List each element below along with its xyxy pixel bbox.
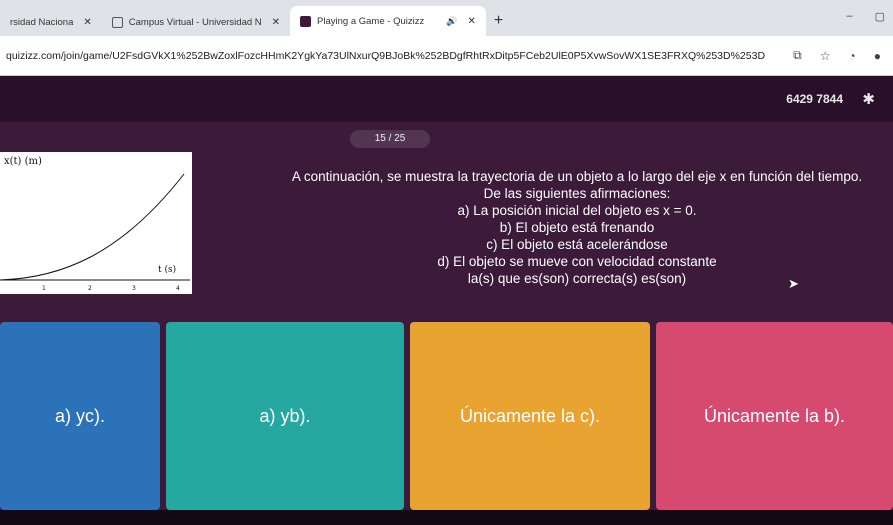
address-bar: quizizz.com/join/game/U2FsdGVkX1%252BwZo… [0, 36, 893, 76]
game-header [0, 76, 893, 122]
browser-tab-2-title: Campus Virtual - Universidad N [128, 16, 262, 28]
extension-icon[interactable]: ◔ [849, 49, 856, 63]
question-line-6: d) El objeto se mueve con velocidad cons… [437, 254, 717, 269]
speaker-icon[interactable]: 🔊 [446, 16, 457, 27]
graph-tick-1: 1 [42, 285, 46, 292]
quiz-page: 6429 7844 ✱ 15 / 25 x(t) (m) t (s) 1 2 3… [0, 76, 893, 525]
tab-2-favicon-icon [111, 16, 123, 28]
new-tab-button[interactable]: + [486, 12, 513, 36]
question-figure: x(t) (m) t (s) 1 2 3 4 [0, 152, 192, 294]
answer-option-2-label: a) yb). [259, 405, 311, 426]
close-icon[interactable]: ✕ [467, 16, 475, 27]
window-controls: – ▢ [846, 10, 885, 23]
minimize-icon[interactable]: – [846, 10, 852, 23]
profile-icon[interactable]: ● [874, 49, 881, 63]
browser-tab-bar: rsidad Naciona ✕ Campus Virtual - Univer… [0, 0, 893, 36]
answer-option-1[interactable]: a) yc). [0, 322, 160, 510]
graph-tick-2: 2 [88, 285, 92, 292]
question-line-5: c) El objeto está acelerándose [486, 237, 668, 252]
answer-option-3-label: Únicamente la c). [459, 405, 601, 426]
score-display: 6429 7844 [786, 92, 843, 106]
url-field[interactable]: quizizz.com/join/game/U2FsdGVkX1%252BwZo… [6, 50, 793, 62]
page-bottom-strip [0, 510, 893, 525]
graph-tick-4: 4 [176, 285, 180, 292]
mouse-cursor-icon: ➤ [788, 276, 799, 291]
bookmark-star-icon[interactable]: ☆ [820, 49, 831, 63]
browser-tab-2[interactable]: Campus Virtual - Universidad N ✕ [102, 8, 290, 36]
browser-tab-3-title: Playing a Game - Quizizz [317, 15, 425, 27]
question-text: A continuación, se muestra la trayectori… [262, 168, 892, 287]
answer-options: a) yc). a) yb). Únicamente la c). Únicam… [0, 322, 893, 510]
translate-icon[interactable]: ⧉ [793, 48, 802, 63]
close-icon[interactable]: ✕ [83, 17, 91, 28]
browser-tab-3[interactable]: Playing a Game - Quizizz 🔊 ✕ [290, 6, 486, 36]
graph-curve [0, 173, 185, 281]
question-counter: 15 / 25 [350, 130, 430, 148]
answer-option-4-label: Únicamente la b). [703, 405, 846, 426]
answer-option-4[interactable]: Únicamente la b). [656, 322, 893, 510]
restore-icon[interactable]: ▢ [875, 10, 885, 23]
close-icon[interactable]: ✕ [272, 17, 280, 28]
graph-tick-3: 3 [132, 285, 136, 292]
browser-tab-1[interactable]: rsidad Naciona ✕ [0, 8, 102, 36]
address-bar-icons: ⧉ ☆ ◔ ● [793, 48, 887, 63]
question-line-1: A continuación, se muestra la trayectori… [291, 169, 863, 184]
gear-icon[interactable]: ✱ [862, 90, 875, 108]
answer-option-3[interactable]: Únicamente la c). [410, 322, 650, 510]
question-line-4: b) El objeto está frenando [499, 220, 655, 235]
graph-x-label: t (s) [158, 264, 176, 275]
question-line-2: De las siguientes afirmaciones: [483, 186, 671, 201]
browser-tab-1-title: rsidad Naciona [10, 16, 74, 28]
answer-option-1-label: a) yc). [54, 405, 105, 426]
quizizz-favicon-icon [300, 15, 312, 27]
graph-y-label: x(t) (m) [4, 156, 42, 167]
question-line-3: a) La posición inicial del objeto es x =… [457, 203, 697, 218]
answer-option-2[interactable]: a) yb). [166, 322, 404, 510]
position-time-graph: x(t) (m) t (s) 1 2 3 4 [0, 156, 190, 292]
